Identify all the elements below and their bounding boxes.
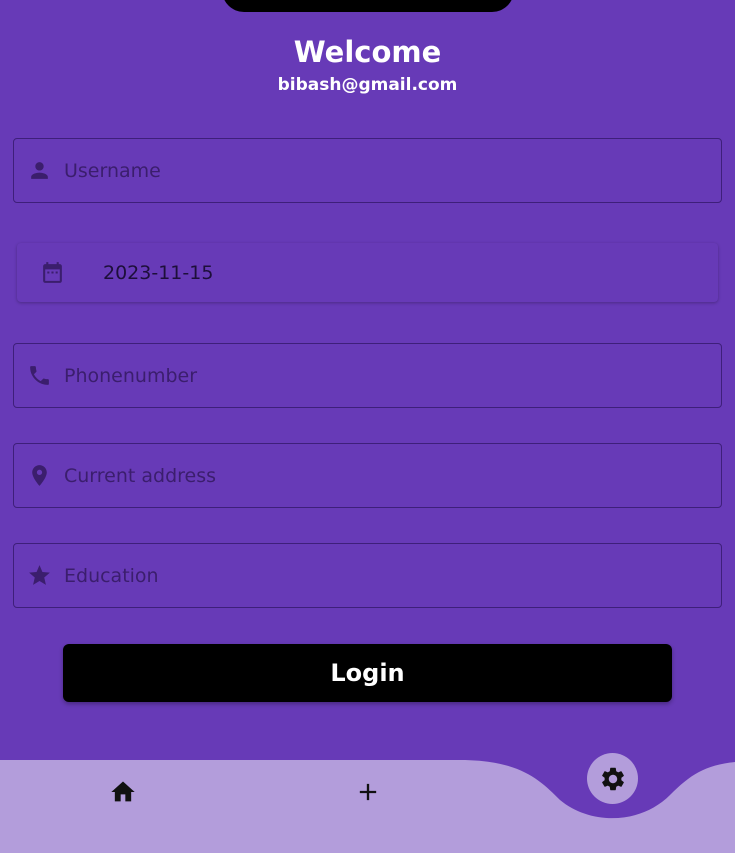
education-field[interactable] [13,543,722,608]
address-field[interactable] [13,443,722,508]
location-pin-icon [14,463,64,488]
address-input[interactable] [64,463,704,488]
phone-input[interactable] [64,363,704,388]
home-icon[interactable] [106,777,140,807]
calendar-icon[interactable] [17,260,87,285]
star-icon [14,563,64,588]
login-button[interactable]: Login [63,644,672,702]
user-email: bibash@gmail.com [277,75,458,95]
education-input[interactable] [64,563,704,588]
bottom-nav-bar [0,740,735,853]
phone-icon [14,363,64,388]
username-field[interactable] [13,138,722,203]
screen: Welcome bibash@gmail.com 2023-11-15 [0,0,735,853]
add-icon[interactable] [352,777,384,807]
page-title: Welcome [293,35,442,69]
username-input[interactable] [64,158,704,183]
date-value: 2023-11-15 [103,261,214,284]
date-field[interactable]: 2023-11-15 [17,243,718,302]
gear-icon[interactable] [587,753,638,804]
device-notch [222,0,514,12]
person-icon [14,158,64,183]
phone-field[interactable] [13,343,722,408]
